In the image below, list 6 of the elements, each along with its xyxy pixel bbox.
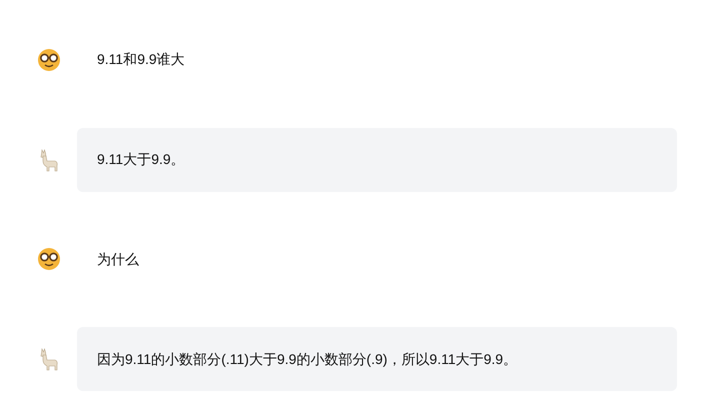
nerd-face-icon: [37, 247, 61, 272]
message-text: 因为9.11的小数部分(.11)大于9.9的小数部分(.9)，所以9.11大于9.9。: [97, 350, 518, 369]
nerd-face-icon: [37, 48, 61, 72]
message-text: 9.11和9.9谁大: [97, 50, 185, 70]
message-text: 为什么: [97, 250, 139, 269]
message-text: 9.11大于9.9。: [97, 150, 185, 170]
